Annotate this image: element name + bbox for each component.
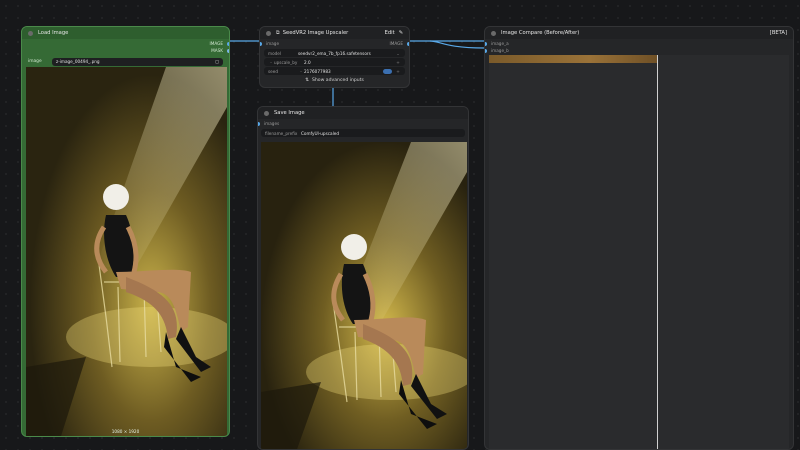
collapse-dot-icon[interactable] (491, 30, 496, 36)
image-selector[interactable]: image z-image_00494_.png ▢ (28, 57, 223, 66)
save-image-node[interactable]: Save Image images filename_prefix ComfyU… (257, 106, 469, 450)
upscale-by-value: 2.0 (304, 59, 311, 65)
output-label-mask: MASK (211, 48, 223, 53)
seed-stepper[interactable]: seed – 2176077983 + (264, 67, 405, 75)
show-advanced-label: Show advanced inputs (311, 78, 364, 83)
image-compare-node[interactable]: Image Compare (Before/After) [BETA] imag… (484, 26, 794, 450)
input-label-image: image (266, 41, 280, 46)
input-label-images: images (264, 121, 280, 126)
filename-prefix-value: ComfyUI-upscaled (301, 130, 340, 136)
image-filename: z-image_00494_.png (56, 59, 100, 64)
output-label-image: IMAGE (389, 41, 403, 46)
upscaler-title: SeedVR2 Image Upscaler (282, 30, 349, 36)
input-port-image-a-dot[interactable] (485, 41, 487, 46)
seed-label: seed (268, 68, 278, 74)
input-label-image-b: image_b (491, 48, 509, 53)
input-port-images-dot[interactable] (258, 121, 260, 126)
chevron-down-icon[interactable]: ⌄ (395, 51, 401, 56)
upscaler-title-bar[interactable]: ⧉ SeedVR2 Image Upscaler Edit ✎ (260, 27, 409, 39)
compare-slider-handle[interactable] (657, 55, 658, 449)
output-port-mask-dot[interactable] (227, 48, 229, 53)
load-image-node[interactable]: Load Image IMAGE MASK image z-image_0049… (21, 26, 230, 437)
loaded-image-preview (26, 67, 227, 436)
filename-prefix-label: filename_prefix (265, 130, 298, 136)
upscale-by-stepper[interactable]: – upscale_by 2.0 + (264, 58, 405, 66)
puzzle-icon: ⧉ (276, 29, 280, 36)
upscale-by-label: upscale_by (274, 59, 298, 65)
seed-value: 2176077983 (304, 68, 331, 74)
collapse-dot-icon[interactable] (28, 30, 33, 36)
save-image-title-bar[interactable]: Save Image (258, 107, 468, 119)
model-value: seedvr2_ema_7b_fp16.safetensors (298, 50, 371, 56)
collapse-dot-icon[interactable] (264, 110, 269, 116)
image-field-label: image (28, 59, 42, 64)
output-port-image-dot[interactable] (407, 41, 409, 46)
input-port-image-b[interactable]: image_b (485, 46, 793, 55)
folder-icon[interactable]: ▢ (215, 59, 219, 64)
beta-badge: [BETA] (769, 30, 787, 36)
load-image-title-bar[interactable]: Load Image (22, 27, 229, 39)
save-image-title: Save Image (274, 110, 305, 116)
image-size-label: 1080 × 1920 (111, 429, 140, 434)
filename-prefix-field[interactable]: filename_prefix ComfyUI-upscaled (261, 129, 465, 137)
upscaler-ports: image IMAGE (260, 39, 409, 48)
increment-icon[interactable]: + (395, 69, 401, 74)
edit-button[interactable]: Edit (385, 30, 395, 36)
output-port-image-dot[interactable] (227, 41, 229, 46)
seed-control-toggle[interactable] (383, 68, 392, 74)
collapse-dot-icon[interactable] (266, 30, 271, 36)
input-port-image-b-dot[interactable] (485, 48, 487, 53)
compare-image-preview (489, 55, 657, 63)
upscaler-node[interactable]: ⧉ SeedVR2 Image Upscaler Edit ✎ image IM… (259, 26, 410, 88)
saved-image-preview (261, 142, 467, 449)
compare-viewport[interactable] (489, 55, 789, 449)
output-port-mask[interactable]: MASK (22, 46, 229, 55)
load-image-title: Load Image (38, 30, 69, 36)
input-port-images[interactable]: images (258, 119, 468, 128)
edit-icon[interactable]: ✎ (399, 30, 403, 36)
image-field-value[interactable]: z-image_00494_.png ▢ (52, 57, 223, 66)
model-select[interactable]: model seedvr2_ema_7b_fp16.safetensors ⌄ (264, 49, 405, 57)
compare-title: Image Compare (Before/After) (501, 30, 580, 36)
settings-icon: ⇅ (305, 78, 309, 83)
show-advanced-button[interactable]: ⇅ Show advanced inputs (260, 76, 409, 85)
compare-title-bar[interactable]: Image Compare (Before/After) [BETA] (485, 27, 793, 39)
increment-icon[interactable]: + (395, 60, 401, 65)
input-port-image-dot[interactable] (260, 41, 262, 46)
model-label: model (268, 50, 282, 56)
